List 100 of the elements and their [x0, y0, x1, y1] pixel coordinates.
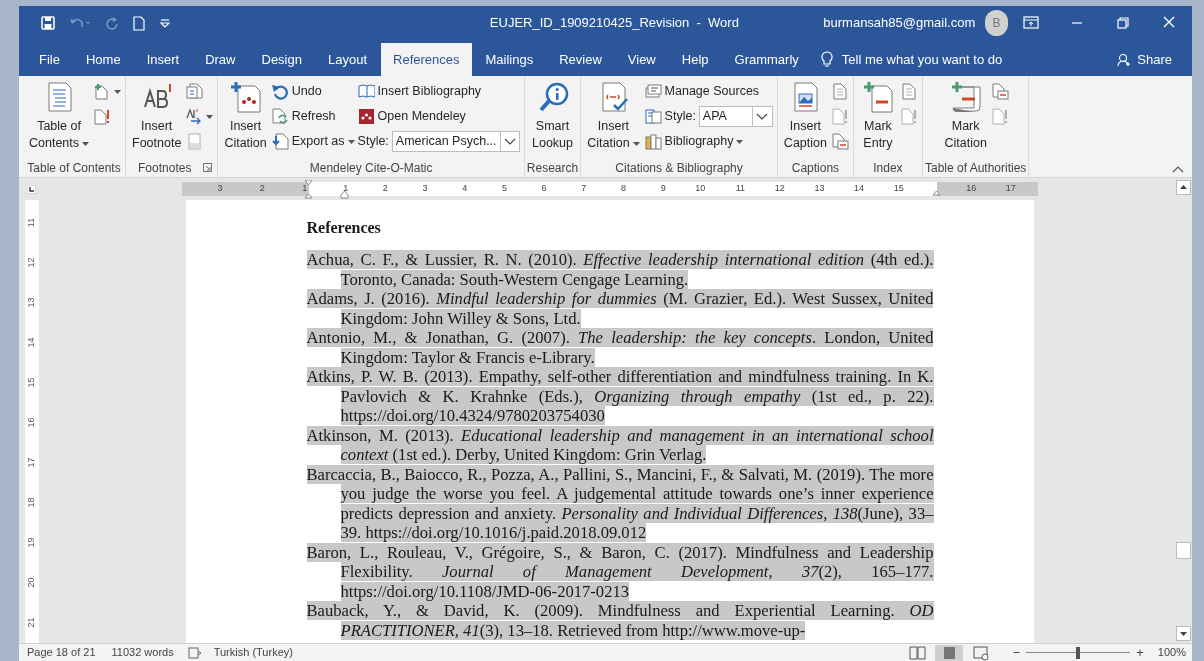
caret-icon — [114, 89, 122, 94]
document-alert-icon — [94, 108, 112, 125]
ribbon-tab[interactable]: Draw — [193, 43, 248, 76]
style-label: Style: — [664, 108, 696, 126]
word-count[interactable]: 11032 words — [111, 644, 174, 661]
ribbon-tab[interactable]: Grammarly — [722, 43, 811, 76]
caret-icon — [632, 141, 640, 146]
reference-entry: Baron, L., Rouleau, V., Grégoire, S., & Baron, C. (2017). Mindfulness and Leadership Flexibility. Journal of Management Development, 37(2), 165–177. https://doi.org/10.1108/JMD-06-2017-0213 — [306, 542, 934, 601]
ribbon-button[interactable]: Insert Caption — [781, 81, 829, 152]
reference-entry: Atkins, P. W. B. (2013). Empathy, self-other differentiation and mindfulness training. In K. Pavlovich & K. Krahnke (Eds.), Organizing through empathy (1st ed., p. 22). https://doi.org/10.4324/9780203754030 — [306, 367, 934, 426]
ribbon-tab[interactable]: Review — [547, 43, 614, 76]
ribbon-button[interactable]: Bibliography — [644, 131, 773, 152]
ribbon-button[interactable]: Insert Footnote — [130, 81, 184, 152]
icon-button[interactable] — [94, 81, 122, 102]
undo-icon — [271, 83, 289, 100]
icon-button[interactable] — [831, 131, 849, 152]
dialog-launcher-icon[interactable] — [203, 163, 213, 172]
chevron-down-icon — [503, 138, 516, 145]
ruler-number: 20 — [27, 577, 36, 587]
ribbon-button[interactable]: Open Mendeley — [357, 106, 520, 127]
ruler-number: 12 — [27, 257, 36, 267]
style-dropdown[interactable]: APA — [698, 106, 773, 127]
zoom-slider[interactable] — [1026, 646, 1131, 659]
document-update-icon — [991, 83, 1009, 100]
ribbon-tab[interactable]: Mailings — [473, 43, 546, 76]
document-stack-icon — [186, 83, 204, 100]
ruler-number: 14 — [854, 182, 865, 196]
book-icon — [357, 83, 375, 100]
zoom-in-button[interactable]: + — [1136, 646, 1144, 659]
ruler-number: 7 — [581, 182, 587, 196]
slider-thumb[interactable] — [1076, 646, 1081, 659]
ribbon-button[interactable]: Table of Contents — [27, 81, 92, 152]
ruler-number: 11 — [27, 217, 36, 227]
ribbon-tab[interactable]: Design — [249, 43, 314, 76]
ruler-number: 3 — [217, 182, 223, 196]
ribbon-button[interactable]: Insert Citation — [222, 81, 269, 152]
ribbon-button[interactable]: Mark Entry — [857, 81, 898, 152]
chevron-down-icon — [756, 113, 769, 120]
ribbon-tab[interactable]: File — [27, 43, 72, 76]
undo-icon[interactable] — [69, 16, 91, 30]
ruler-number: 12 — [774, 182, 785, 196]
page-count[interactable]: Page 18 of 21 — [27, 644, 96, 661]
share-button[interactable]: Share — [1137, 49, 1172, 70]
zoom-out-button[interactable]: − — [1012, 646, 1021, 659]
caret-icon — [347, 139, 355, 144]
ruler-number: 2 — [259, 182, 265, 196]
ribbon-tab[interactable]: Layout — [315, 43, 379, 76]
caret-icon — [82, 141, 90, 146]
reference-entry: Barcaccia, B., Baiocco, R., Pozza, A., Pallini, S., Mancini, F., & Salvati, M. (2019). The more you judge the worse you feel. A judgemental attitude towards one’s inner experience predicts depression and anxiety. Personality and Individual Differences, 138(June), 33–39. https://doi.org/10.1016/j.paid.2018.09.012 — [306, 464, 934, 543]
reference-entry: Bauback, Y., & David, K. (2009). Mindfulness and Experiential Learning. OD PRACTITIONER, 41(3), 13–18. Retrieved from http://www.move-up- — [306, 601, 934, 640]
redo-icon[interactable] — [105, 16, 119, 30]
language-indicator[interactable]: Turkish (Turkey) — [213, 644, 293, 661]
ribbon-tab[interactable]: Insert — [134, 43, 192, 76]
scroll-down-icon[interactable] — [1176, 626, 1191, 641]
ribbon-button[interactable]: Smart Lookup — [530, 81, 576, 152]
group-label: Table of Authorities — [924, 160, 1027, 177]
document-icon — [900, 83, 918, 100]
account-email: burmansah85@gmail.com — [823, 14, 976, 33]
document-alert-icon — [900, 108, 918, 125]
new-document-icon[interactable] — [133, 15, 145, 31]
ribbon-button[interactable]: Insert Citation — [585, 81, 642, 152]
ruler-number: 17 — [1005, 182, 1016, 196]
document-arrow-icon — [271, 133, 289, 150]
icon-button[interactable] — [186, 106, 214, 127]
books-icon — [644, 133, 662, 150]
style-dropdown[interactable]: American Psych... — [391, 131, 520, 152]
ruler-number: 8 — [621, 182, 626, 196]
save-icon[interactable] — [41, 16, 55, 30]
group-label: Footnotes — [138, 160, 192, 177]
ribbon-button[interactable]: Insert Bibliography — [357, 81, 520, 102]
ribbon-button[interactable]: Undo — [271, 81, 355, 102]
ribbon-tab[interactable]: Home — [73, 43, 133, 76]
view-button[interactable] — [934, 644, 963, 661]
ruler-number: 15 — [893, 182, 904, 196]
ruler-number: 6 — [541, 182, 547, 196]
ribbon-button[interactable]: Export as — [271, 131, 355, 152]
reference-entry: Adams, J. (2016). Mindful leadership for dummies (M. Grazier, Ed.). West Sussex, United Kingdom: John Willey & Sons, Ltd. — [306, 289, 934, 328]
ribbon-tab[interactable]: View — [615, 43, 668, 76]
ribbon-button[interactable]: Refresh — [271, 106, 355, 127]
icon-button[interactable] — [991, 81, 1009, 102]
indent-marker-icon[interactable] — [303, 180, 313, 200]
ruler-number: 4 — [462, 182, 468, 196]
collapse-ribbon-icon[interactable] — [1172, 166, 1184, 173]
zoom-level[interactable]: 100% — [1157, 644, 1186, 661]
ribbon-button[interactable]: Manage Sources — [644, 81, 773, 102]
tab-stop-icon[interactable] — [27, 185, 36, 194]
scrollbar-thumb[interactable] — [1176, 542, 1191, 559]
ribbon-tab[interactable]: Help — [669, 43, 721, 76]
ribbon-button[interactable]: Mark Citation — [942, 81, 989, 152]
person-icon[interactable] — [1117, 52, 1132, 67]
tell-me-field[interactable]: Tell me what you want to do — [841, 49, 1003, 70]
proofing-icon[interactable] — [187, 646, 202, 659]
group-label: Index — [873, 160, 903, 177]
ribbon-tab[interactable]: References — [381, 43, 472, 76]
refresh-icon — [271, 108, 289, 125]
ruler-number: 14 — [27, 337, 36, 347]
scroll-up-icon[interactable] — [1176, 180, 1191, 195]
ruler-number: 16 — [27, 417, 36, 427]
customize-caret-icon[interactable] — [159, 17, 171, 29]
document-alert-icon — [991, 108, 1009, 125]
